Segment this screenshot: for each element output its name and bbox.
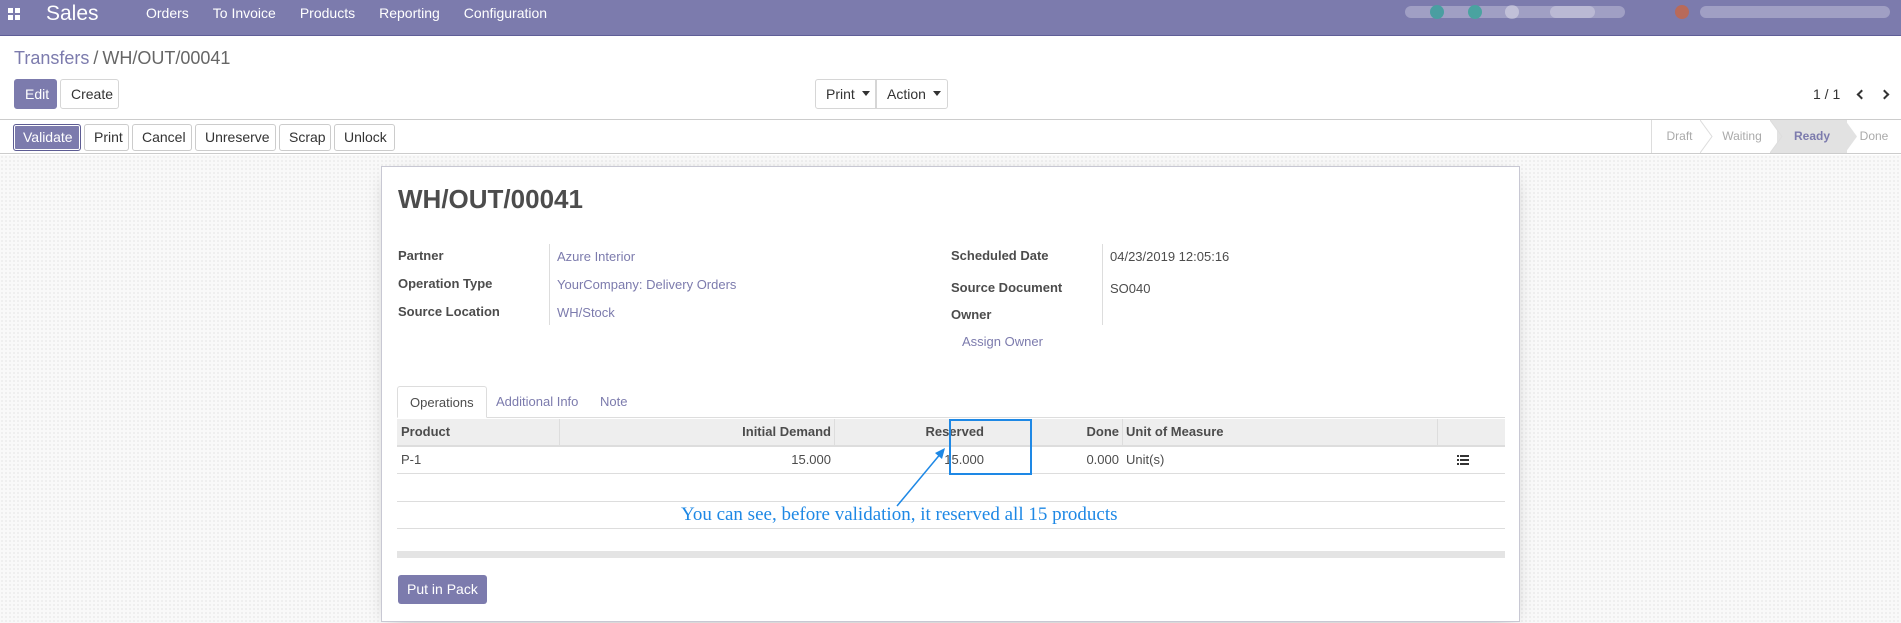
cell-unit-of-measure: Unit(s) — [1126, 452, 1165, 467]
put-in-pack-button[interactable]: Put in Pack — [398, 575, 487, 604]
settings-icon[interactable] — [1505, 5, 1519, 19]
stage-arrow-icon — [1700, 120, 1713, 153]
form-sheet: WH/OUT/00041 Partner Azure Interior Oper… — [381, 166, 1520, 622]
pager-previous-icon[interactable] — [1852, 87, 1868, 103]
breadcrumb-current: WH/OUT/00041 — [102, 48, 231, 68]
empty-row — [397, 475, 1505, 502]
tab-note[interactable]: Note — [588, 386, 639, 418]
stage-arrow-icon — [1845, 120, 1857, 153]
pager-next-icon[interactable] — [1878, 87, 1894, 103]
app-name: Sales — [46, 2, 99, 25]
menu-configuration[interactable]: Configuration — [464, 0, 547, 27]
notebook-tabs: Operations Additional Info Note — [397, 386, 1505, 418]
column-divider — [1122, 419, 1123, 445]
company-switcher[interactable] — [1550, 6, 1625, 18]
scheduled-date-value[interactable]: 04/23/2019 12:05:16 — [1110, 249, 1229, 264]
validate-button[interactable]: Validate — [13, 124, 81, 151]
header-initial-demand[interactable]: Initial Demand — [559, 419, 831, 445]
scheduled-date-label: Scheduled Date — [951, 248, 1049, 263]
unreserve-button[interactable]: Unreserve — [195, 124, 276, 151]
breadcrumb: Transfers / WH/OUT/00041 — [14, 48, 230, 69]
action-dropdown-label: Action — [887, 86, 926, 102]
unlock-button[interactable]: Unlock — [334, 124, 395, 151]
source-document-value[interactable]: SO040 — [1110, 281, 1150, 296]
create-button[interactable]: Create — [60, 79, 119, 109]
source-location-value[interactable]: WH/Stock — [557, 305, 615, 320]
annotation-text: You can see, before validation, it reser… — [681, 504, 1118, 525]
annotation-arrow-icon — [896, 448, 945, 507]
edit-button[interactable]: Edit — [14, 79, 57, 109]
cell-product: P-1 — [401, 452, 422, 467]
operation-type-label: Operation Type — [398, 276, 493, 291]
header-unit-of-measure[interactable]: Unit of Measure — [1126, 419, 1224, 445]
avatar[interactable] — [1675, 5, 1689, 19]
main-menu: Orders To Invoice Products Reporting Con… — [146, 0, 571, 27]
table-footer-bar — [397, 551, 1505, 558]
field-divider — [549, 244, 550, 325]
operation-type-value[interactable]: YourCompany: Delivery Orders — [557, 277, 736, 292]
user-menu[interactable] — [1700, 6, 1890, 18]
chevron-down-icon — [861, 91, 870, 96]
pager-value[interactable]: 1 / 1 — [1813, 86, 1840, 102]
field-divider — [1102, 244, 1103, 325]
chevron-down-icon — [932, 91, 941, 96]
breadcrumb-separator: / — [93, 48, 99, 68]
statusbar: Validate Print Cancel Unreserve Scrap Un… — [0, 119, 1901, 154]
tab-operations[interactable]: Operations — [397, 386, 487, 418]
print-button[interactable]: Print — [84, 124, 129, 151]
owner-label: Owner — [951, 307, 992, 322]
menu-orders[interactable]: Orders — [146, 0, 189, 27]
source-document-label: Source Document — [951, 280, 1063, 295]
scrap-button[interactable]: Scrap — [279, 124, 331, 151]
menu-reporting[interactable]: Reporting — [379, 0, 440, 27]
stage-waiting: Waiting — [1722, 129, 1762, 143]
print-dropdown-label: Print — [826, 86, 855, 102]
stage-ready: Ready — [1777, 120, 1847, 153]
breadcrumb-transfers[interactable]: Transfers — [14, 48, 89, 68]
action-dropdown[interactable]: Action — [876, 79, 948, 109]
cancel-button[interactable]: Cancel — [132, 124, 192, 151]
menu-to-invoice[interactable]: To Invoice — [213, 0, 276, 27]
menu-products[interactable]: Products — [300, 0, 355, 27]
tab-additional-info[interactable]: Additional Info — [484, 386, 590, 418]
detailed-operations-icon[interactable] — [1457, 455, 1469, 465]
stage-arrow-icon — [1770, 120, 1784, 153]
systray — [1400, 0, 1900, 26]
stage-draft: Draft — [1666, 129, 1693, 143]
cell-initial-demand: 15.000 — [791, 452, 831, 467]
assign-owner-link[interactable]: Assign Owner — [962, 334, 1043, 349]
apps-grid-icon[interactable] — [8, 8, 20, 20]
print-dropdown[interactable]: Print — [815, 79, 876, 109]
reserved-highlight-box — [949, 419, 1032, 475]
chat-icon[interactable] — [1430, 5, 1444, 19]
source-location-label: Source Location — [398, 304, 500, 319]
header-product[interactable]: Product — [401, 419, 450, 445]
record-title: WH/OUT/00041 — [398, 184, 583, 214]
partner-label: Partner — [398, 248, 444, 263]
column-divider — [1437, 419, 1438, 445]
activity-icon[interactable] — [1468, 5, 1482, 19]
top-navbar: Sales Orders To Invoice Products Reporti… — [0, 0, 1901, 36]
partner-value[interactable]: Azure Interior — [557, 249, 635, 264]
